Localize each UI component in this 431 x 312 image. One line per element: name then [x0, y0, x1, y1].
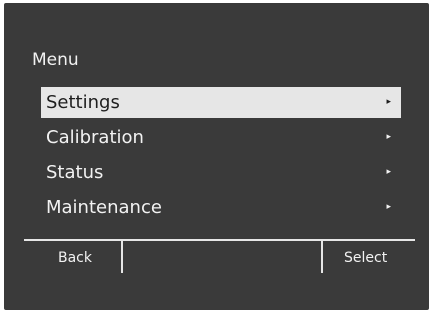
menu-item-settings[interactable]: Settings ▸	[41, 87, 401, 118]
chevron-right-icon: ▸	[386, 97, 391, 107]
chevron-right-icon: ▸	[386, 202, 391, 212]
menu-title: Menu	[32, 50, 79, 70]
menu-item-calibration[interactable]: Calibration ▸	[41, 122, 401, 153]
menu-item-label: Settings	[46, 92, 120, 113]
menu-item-maintenance[interactable]: Maintenance ▸	[41, 192, 401, 223]
softkey-divider-left	[121, 241, 123, 273]
select-softkey[interactable]: Select	[344, 249, 387, 267]
menu-list: Settings ▸ Calibration ▸ Status ▸ Mainte…	[41, 87, 401, 227]
chevron-right-icon: ▸	[386, 132, 391, 142]
chevron-right-icon: ▸	[386, 167, 391, 177]
back-softkey[interactable]: Back	[58, 249, 92, 267]
device-screen: Menu Settings ▸ Calibration ▸ Status ▸ M…	[4, 3, 429, 310]
menu-item-label: Calibration	[46, 127, 144, 148]
menu-item-label: Maintenance	[46, 197, 162, 218]
menu-item-label: Status	[46, 162, 104, 183]
menu-item-status[interactable]: Status ▸	[41, 157, 401, 188]
softkey-divider-right	[321, 241, 323, 273]
softkey-bar: Back Select	[24, 239, 415, 275]
